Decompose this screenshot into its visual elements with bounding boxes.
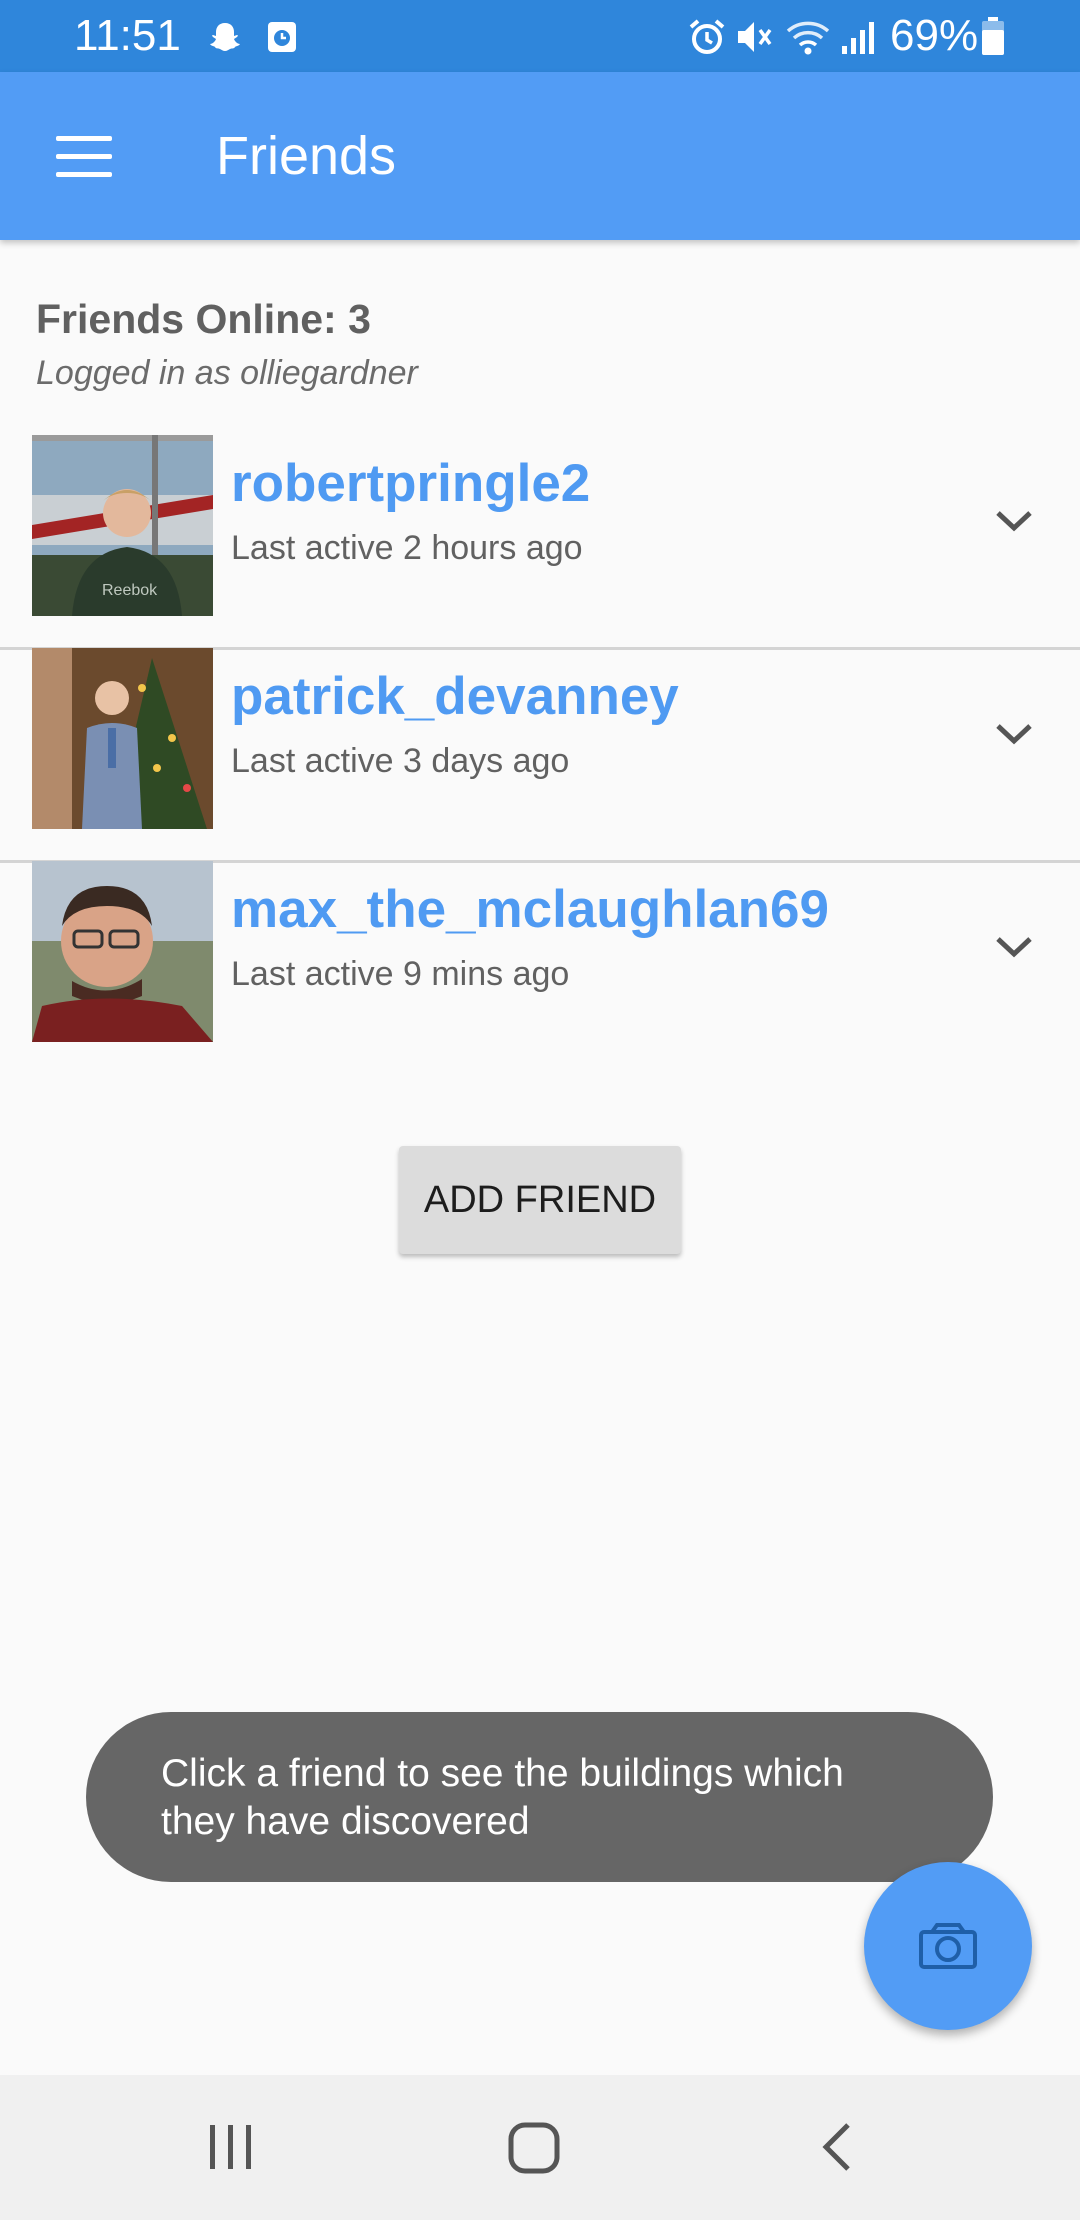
clock-app-icon	[268, 22, 296, 52]
recent-apps-icon[interactable]	[206, 2117, 256, 2177]
battery-icon	[982, 17, 1004, 55]
battery-percentage: 69%	[890, 11, 979, 60]
home-icon[interactable]	[507, 2117, 563, 2177]
svg-text:Reebok: Reebok	[102, 582, 158, 599]
snapchat-icon	[210, 23, 240, 51]
toast-line: Click a friend to see the buildings whic…	[161, 1752, 844, 1795]
app-bar: Friends	[0, 72, 1080, 240]
friend-username: robertpringle2	[231, 454, 591, 513]
friend-last-active: Last active 2 hours ago	[231, 529, 583, 567]
camera-icon	[919, 1923, 977, 1969]
mute-icon	[738, 22, 772, 52]
toast-message: Click a friend to see the buildings whic…	[86, 1712, 993, 1882]
chevron-down-icon[interactable]	[994, 931, 1034, 961]
avatar: Reebok	[32, 435, 213, 616]
avatar	[32, 861, 213, 1042]
toast-line: they have discovered	[161, 1800, 530, 1843]
logged-in-status: Logged in as olliegardner	[36, 354, 418, 392]
chevron-down-icon[interactable]	[994, 505, 1034, 535]
friend-username: patrick_devanney	[231, 667, 679, 726]
avatar	[32, 648, 213, 829]
hamburger-menu-icon[interactable]	[56, 136, 112, 177]
friend-row[interactable]: Reebok robertpringle2 Last active 2 hour…	[0, 435, 1080, 650]
friend-row[interactable]: max_the_mclaughlan69 Last active 9 mins …	[0, 861, 1080, 1073]
friend-row[interactable]: patrick_devanney Last active 3 days ago	[0, 648, 1080, 863]
back-icon[interactable]	[818, 2117, 858, 2177]
camera-fab-button[interactable]	[864, 1862, 1032, 2030]
friend-username: max_the_mclaughlan69	[231, 880, 829, 939]
signal-icon	[842, 22, 874, 54]
page-title: Friends	[216, 126, 397, 186]
alarm-icon	[689, 19, 725, 54]
friend-last-active: Last active 3 days ago	[231, 742, 570, 780]
navigation-bar	[0, 2075, 1080, 2220]
status-bar: 11:51 69%	[0, 0, 1080, 72]
add-friend-button[interactable]: ADD FRIEND	[399, 1146, 681, 1254]
friend-last-active: Last active 9 mins ago	[231, 955, 570, 993]
status-time: 11:51	[74, 11, 181, 60]
chevron-down-icon[interactable]	[994, 718, 1034, 748]
friends-online-count: Friends Online: 3	[36, 296, 371, 342]
wifi-icon	[786, 21, 830, 55]
